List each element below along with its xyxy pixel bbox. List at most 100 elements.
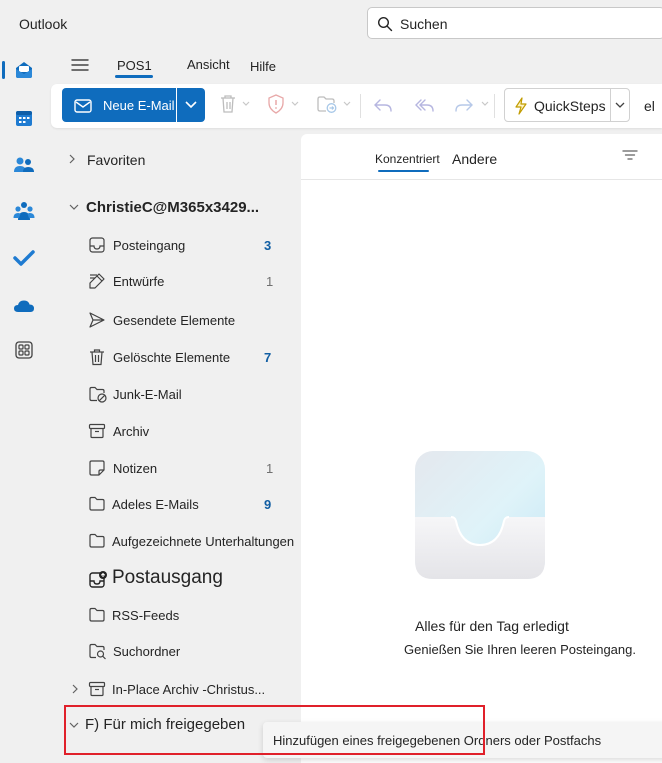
rail-todo[interactable] [0, 238, 48, 278]
tooltip-text: Hinzufügen eines freigegebenen Ordners o… [273, 733, 602, 748]
chevron-down-icon [185, 101, 197, 109]
chevron-down-icon [69, 722, 79, 728]
folder-icon [89, 496, 105, 511]
folder-item-inbox[interactable]: Posteingang 3 [48, 230, 300, 260]
folder-label: Notizen [113, 461, 158, 476]
quicksteps-label: QuickSteps [534, 98, 606, 114]
unread-count: 7 [264, 350, 272, 365]
tooltip: Hinzufügen eines freigegebenen Ordners o… [263, 722, 662, 758]
chevron-down-icon[interactable] [615, 102, 625, 109]
chevron-right-icon [69, 154, 75, 164]
new-mail-dropdown[interactable] [177, 88, 205, 122]
ribbon-overflow-text[interactable]: el [644, 98, 655, 114]
message-list: Konzentriert Andere Alles für den Tag er… [301, 134, 662, 763]
rail-groups[interactable] [0, 191, 48, 231]
empty-state-title: Alles für den Tag erledigt [415, 618, 569, 634]
folder-label: Entwürfe [113, 274, 165, 289]
hamburger-menu-icon[interactable] [70, 56, 90, 74]
folder-item-drafts[interactable]: Entwürfe 1 [48, 266, 300, 296]
cloud-icon [14, 300, 34, 312]
folder-icon [89, 533, 105, 548]
title-bar: Outlook Suchen [0, 0, 662, 48]
new-mail-button[interactable]: Neue E-Mail [62, 88, 176, 122]
tab-focused[interactable]: Konzentriert [375, 152, 440, 166]
app-rail [0, 48, 48, 763]
search-box[interactable]: Suchen [367, 7, 662, 39]
empty-inbox-illustration [415, 451, 545, 579]
folder-label: In-Place Archiv -Christus... [112, 682, 266, 697]
mail-app-icon [16, 62, 32, 78]
search-icon [377, 16, 393, 32]
folder-item-sent[interactable]: Gesendete Elemente [48, 305, 300, 335]
folder-label: Adeles E-Mails [112, 497, 199, 512]
empty-state-subtitle: Genießen Sie Ihren leeren Posteingang. [404, 642, 636, 657]
report-shield-icon[interactable] [267, 94, 285, 114]
app-title: Outlook [19, 16, 68, 32]
account-label: ChristieC@M365x3429... [86, 199, 260, 216]
chevron-down-icon[interactable] [291, 101, 299, 107]
reply-icon[interactable] [373, 97, 393, 113]
chevron-down-icon[interactable] [242, 101, 250, 107]
folder-group-favorites[interactable]: Favoriten [48, 144, 300, 174]
rail-mail[interactable] [0, 50, 48, 90]
folder-item-search-folders[interactable]: Suchordner [48, 636, 300, 666]
reply-all-icon[interactable] [413, 97, 435, 113]
folder-group-label: Favoriten [87, 152, 146, 168]
search-input[interactable]: Suchen [400, 16, 447, 32]
folder-label: Aufgezeichnete Unterhaltungen [112, 534, 295, 549]
folder-icon [89, 607, 105, 622]
tab-view[interactable]: Ansicht [187, 57, 230, 72]
tab-home[interactable]: POS1 [117, 58, 152, 73]
unread-count: 3 [264, 238, 272, 253]
chevron-right-icon [72, 684, 78, 694]
delete-icon[interactable] [219, 94, 237, 114]
tab-other[interactable]: Andere [452, 151, 497, 167]
filter-icon[interactable] [622, 149, 638, 161]
forward-icon[interactable] [454, 97, 474, 113]
message-list-tabs: Konzentriert Andere [301, 134, 662, 180]
folder-item-recorded-conversations[interactable]: Aufgezeichnete Unterhaltungen [48, 526, 300, 556]
folder-item-junk[interactable]: Junk-E-Mail [48, 379, 300, 409]
rail-calendar[interactable] [0, 98, 48, 138]
groups-icon [13, 202, 35, 220]
tab-help[interactable]: Hilfe [250, 59, 276, 74]
item-count: 1 [266, 274, 274, 289]
folder-item-archive[interactable]: Archiv [48, 416, 300, 446]
ribbon-separator [360, 94, 361, 118]
chevron-down-icon [69, 204, 79, 210]
tab-active-indicator [115, 75, 153, 78]
notes-icon [89, 460, 105, 476]
rail-active-indicator [2, 61, 5, 79]
folder-group-inplace-archive[interactable]: In-Place Archiv -Christus... [48, 674, 300, 704]
junk-folder-icon [89, 386, 107, 403]
chevron-down-icon[interactable] [481, 101, 489, 107]
tab-focused-indicator [378, 170, 429, 172]
folder-item-outbox[interactable]: Postausgang [48, 564, 300, 594]
folder-item-deleted[interactable]: Gelöschte Elemente 7 [48, 342, 300, 372]
rail-onedrive[interactable] [0, 286, 48, 326]
folder-label: Posteingang [113, 238, 186, 253]
rail-more-apps[interactable] [0, 330, 48, 370]
move-folder-icon[interactable] [316, 94, 338, 114]
folder-label: Suchordner [113, 644, 181, 659]
quicksteps-split [610, 89, 611, 121]
folder-item-adeles-emails[interactable]: Adeles E-Mails 9 [48, 489, 300, 519]
search-folder-icon [89, 643, 106, 660]
folder-item-rss[interactable]: RSS-Feeds [48, 600, 300, 630]
folder-label: Junk-E-Mail [113, 387, 182, 402]
quicksteps-button[interactable]: QuickSteps [504, 88, 630, 122]
folder-group-account[interactable]: ChristieC@M365x3429... [48, 192, 300, 222]
people-icon [14, 157, 34, 172]
ribbon-separator [494, 94, 495, 118]
folder-label: Archiv [113, 424, 150, 439]
apps-icon [15, 341, 33, 359]
chevron-down-icon[interactable] [343, 101, 351, 107]
ribbon-tabs: POS1 Ansicht Hilfe [48, 48, 662, 84]
new-mail-label: Neue E-Mail [103, 98, 175, 113]
envelope-icon [74, 99, 92, 113]
ribbon-toolbar: Neue E-Mail QuickSteps el [51, 84, 662, 128]
folder-label: Postausgang [112, 567, 223, 588]
folder-item-notes[interactable]: Notizen 1 [48, 453, 300, 483]
folder-group-label: F) Für mich freigegeben [85, 716, 246, 733]
rail-people[interactable] [0, 145, 48, 185]
